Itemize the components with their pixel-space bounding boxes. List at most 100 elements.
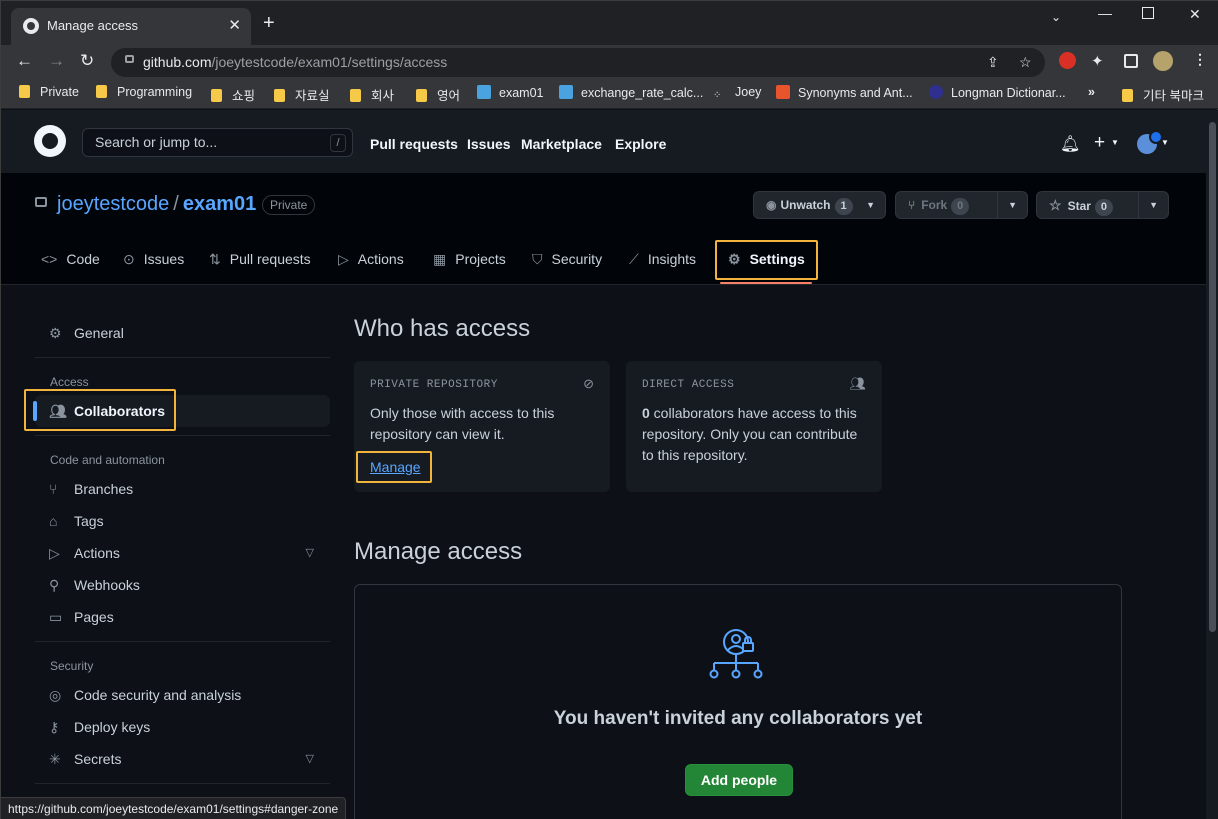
folder-icon (274, 89, 285, 102)
nav-pull-requests[interactable]: Pull requests (370, 136, 458, 152)
watch-caret-icon[interactable]: ▼ (856, 192, 885, 218)
browser-menu-icon[interactable]: ⋮ (1193, 51, 1207, 68)
nav-marketplace[interactable]: Marketplace (521, 136, 602, 152)
github-logo-icon[interactable] (34, 125, 66, 157)
folder-icon (96, 85, 107, 98)
sidebar-divider (35, 435, 330, 436)
new-tab-button[interactable]: + (263, 13, 275, 33)
repo-owner-link[interactable]: joeytestcode (57, 193, 169, 215)
bookmark-programming[interactable]: Programming (96, 85, 192, 99)
notifications-bell-icon[interactable]: 🔔︎ (1060, 134, 1080, 154)
browser-window: Manage access ✕ + ⌄ — ✕ ← → ↻ github.com… (0, 0, 1218, 819)
tab-projects[interactable]: ▦ Projects (433, 251, 506, 268)
bookmark-longman[interactable]: Longman Dictionar... (929, 85, 1066, 100)
reload-icon[interactable]: ↻ (80, 51, 94, 71)
watch-button[interactable]: ◉ Unwatch 1 ▼ (753, 191, 886, 219)
bookmark-exam01[interactable]: exam01 (477, 85, 543, 100)
repository-header: joeytestcode / exam01 Private ◉ Unwatch 1 ▼ … (1, 173, 1206, 285)
create-new-caret-icon[interactable]: ▼ (1111, 138, 1119, 147)
bookmark-exchange-rate[interactable]: exchange_rate_calc... (559, 85, 703, 100)
tab-title: Manage access (47, 18, 139, 33)
maximize-icon[interactable] (1142, 7, 1154, 19)
add-people-button[interactable]: Add people (685, 764, 793, 796)
star-caret-icon[interactable]: ▼ (1138, 192, 1168, 218)
nav-explore[interactable]: Explore (615, 136, 666, 152)
user-avatar[interactable] (1137, 130, 1163, 154)
bookmark-star-icon[interactable]: ☆ (1019, 54, 1032, 71)
forward-icon[interactable]: → (48, 51, 65, 71)
extensions-puzzle-icon[interactable]: ✦ (1091, 52, 1104, 70)
profile-avatar-icon[interactable] (1153, 51, 1173, 71)
share-icon[interactable]: ⇪ (987, 54, 999, 71)
window-close-icon[interactable]: ✕ (1189, 6, 1201, 23)
search-box[interactable]: / (82, 128, 353, 157)
sidebar-heading-code: Code and automation (50, 453, 165, 467)
tab-actions[interactable]: ▷ Actions (338, 251, 404, 268)
user-menu-caret-icon[interactable]: ▼ (1161, 138, 1169, 147)
bookmark-shopping[interactable]: 쇼핑 (211, 85, 255, 104)
tab-security[interactable]: ⛉ Security (532, 251, 602, 268)
bookmark-company[interactable]: 회사 (350, 85, 394, 104)
bookmark-english[interactable]: 영어 (416, 85, 460, 104)
address-bar[interactable]: github.com/joeytestcode/exam01/settings/… (111, 48, 1045, 77)
longman-icon (929, 85, 943, 99)
sidebar-item-pages[interactable]: ▭ Pages (35, 601, 330, 633)
sidebar-item-webhooks[interactable]: ⚲ Webhooks (35, 569, 330, 601)
page-scrollbar[interactable] (1206, 110, 1218, 819)
star-button[interactable]: ☆ Star 0 ▼ (1036, 191, 1169, 219)
settings-highlight-box (715, 240, 818, 280)
flutter-icon (477, 85, 491, 99)
scrollbar-thumb[interactable] (1209, 122, 1216, 632)
card-body: Only those with access to this repositor… (370, 405, 555, 442)
tab-close-icon[interactable]: ✕ (228, 16, 241, 34)
fork-button[interactable]: ⑂ Fork 0 ▼ (895, 191, 1028, 219)
sidebar-item-code-security[interactable]: ◎ Code security and analysis (35, 679, 330, 711)
folder-icon (416, 89, 427, 102)
pull-request-icon: ⇅ (209, 251, 221, 267)
fork-count: 0 (951, 198, 970, 215)
private-repository-card: PRIVATE REPOSITORY ⊘ Only those with acc… (354, 361, 610, 492)
chevron-down-icon[interactable]: ▽ (306, 537, 314, 569)
sidebar-item-deploy-keys[interactable]: ⚷ Deploy keys (35, 711, 330, 743)
card-heading: PRIVATE REPOSITORY (370, 379, 498, 391)
graph-icon: ⟋ (629, 251, 639, 267)
tab-search-icon[interactable]: ⌄ (1051, 10, 1061, 24)
browser-tab[interactable]: Manage access ✕ (11, 8, 251, 45)
people-icon: 👥︎ (849, 376, 866, 391)
tab-pull-requests[interactable]: ⇅ Pull requests (209, 251, 311, 268)
url-path: /joeytestcode/exam01/settings/access (211, 54, 448, 70)
star-icon: ☆ (1049, 197, 1062, 213)
sidebar-item-branches[interactable]: ⑂ Branches (35, 473, 330, 505)
chevron-down-icon[interactable]: ▽ (306, 743, 314, 775)
sidebar-item-tags[interactable]: ⌂ Tags (35, 505, 330, 537)
sidebar-item-secrets[interactable]: ✳ Secrets ▽ (35, 743, 330, 775)
side-panel-icon[interactable] (1124, 54, 1138, 68)
sidebar-item-actions[interactable]: ▷ Actions ▽ (35, 537, 330, 569)
create-new-plus-icon[interactable]: + (1094, 132, 1105, 154)
search-input[interactable] (95, 134, 325, 150)
bookmark-archive[interactable]: 자료실 (274, 85, 330, 104)
nav-issues[interactable]: Issues (467, 136, 511, 152)
codescan-icon: ◎ (49, 687, 62, 703)
repo-name-link[interactable]: exam01 (183, 193, 256, 215)
visibility-badge: Private (262, 195, 316, 215)
tab-code[interactable]: <> Code (41, 251, 100, 267)
back-icon[interactable]: ← (16, 51, 33, 71)
direct-access-card: DIRECT ACCESS 👥︎ 0 collaborators have ac… (626, 361, 882, 492)
card-body: 0 collaborators have access to this repo… (642, 405, 858, 463)
tab-insights[interactable]: ⟋ Insights (629, 251, 696, 268)
bookmarks-overflow-icon[interactable]: » (1088, 85, 1095, 99)
other-bookmarks[interactable]: 기타 북마크 (1122, 85, 1204, 104)
bookmark-joey[interactable]: ⁘ Joey (713, 85, 761, 103)
adblock-extension-icon[interactable] (1059, 52, 1076, 69)
empty-state-title: You haven't invited any collaborators ye… (553, 708, 923, 729)
sidebar-item-general[interactable]: ⚙ General (35, 317, 330, 349)
minimize-icon[interactable]: — (1098, 5, 1112, 21)
collaborators-highlight-box (24, 389, 176, 431)
tab-issues[interactable]: ⊙ Issues (123, 251, 184, 268)
fork-caret-icon[interactable]: ▼ (997, 192, 1027, 218)
bookmark-private[interactable]: Private (19, 85, 79, 99)
github-header: / Pull requests Issues Marketplace Explo… (1, 110, 1206, 173)
thesaurus-icon (776, 85, 790, 99)
bookmark-synonyms[interactable]: Synonyms and Ant... (776, 85, 913, 100)
